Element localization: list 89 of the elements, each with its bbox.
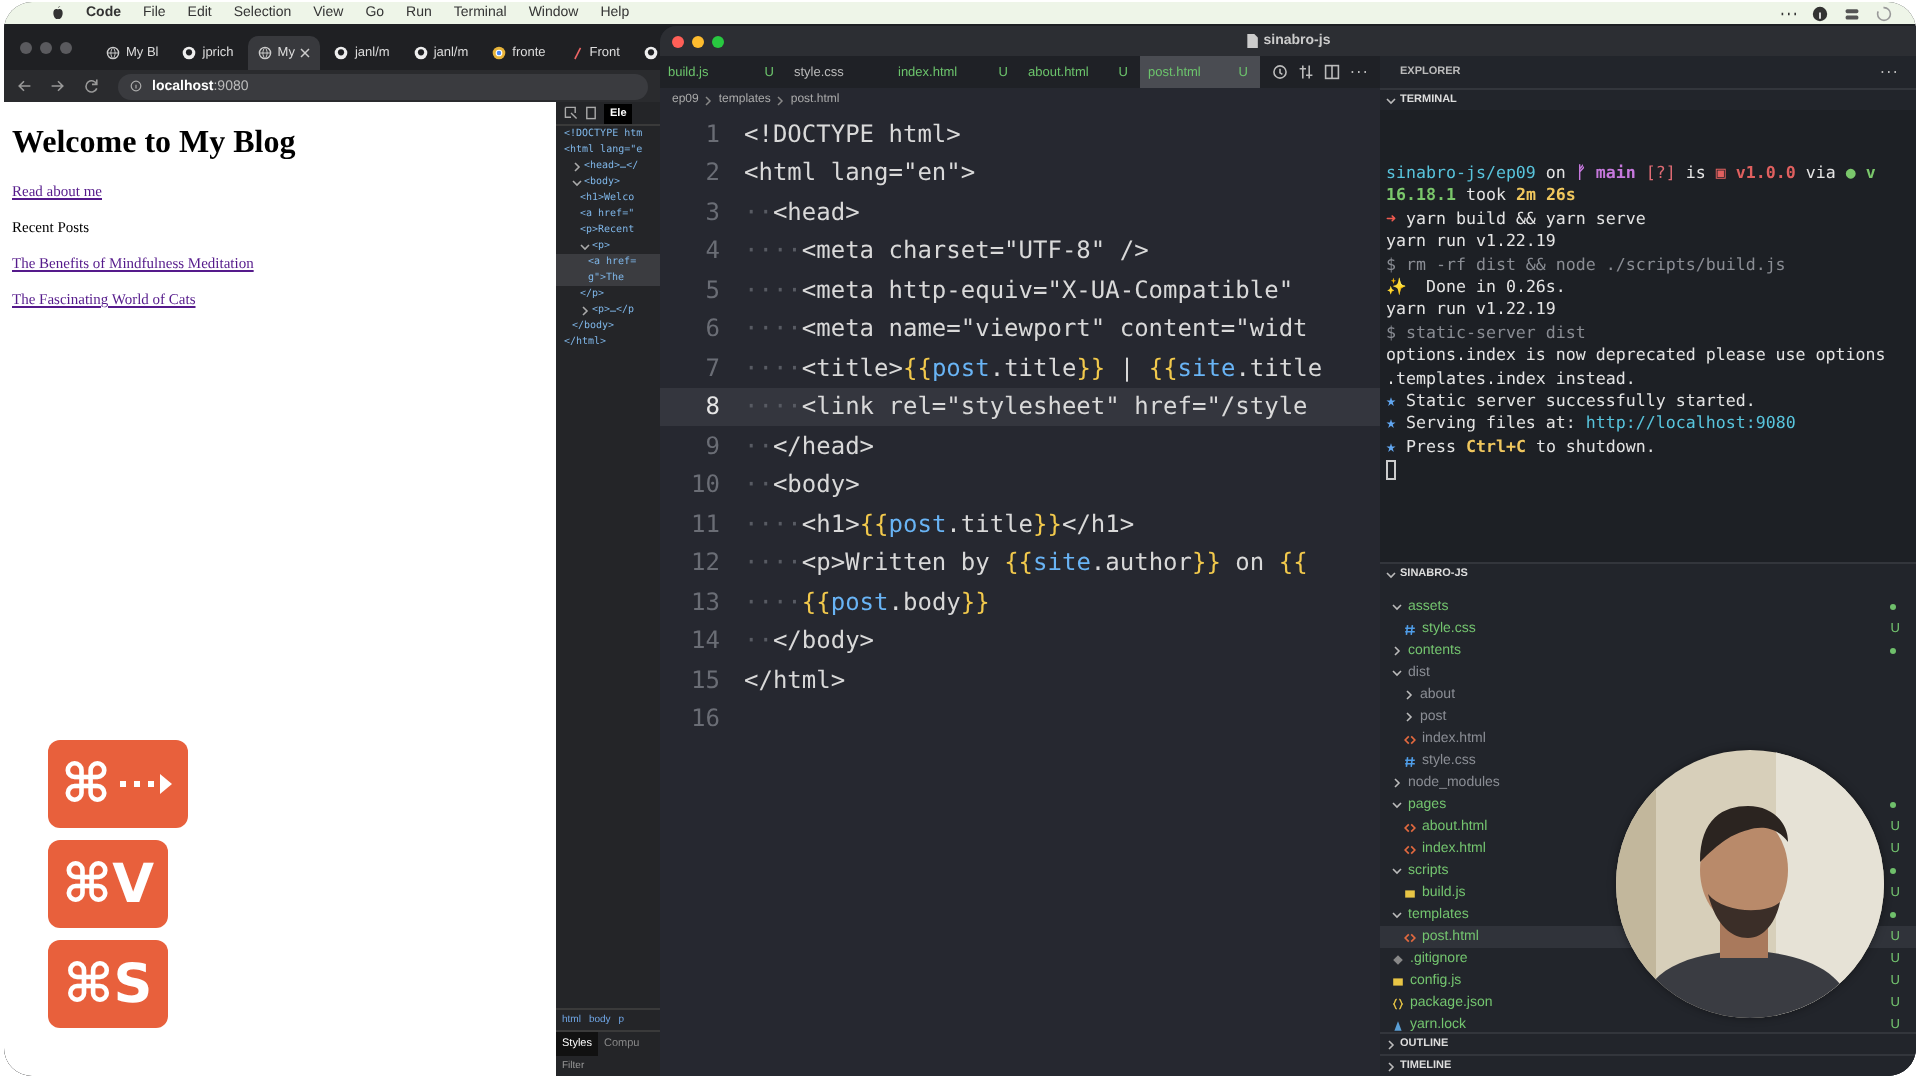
shortcut-key: ⌘ (48, 740, 188, 828)
code-brackets-icon (1404, 843, 1416, 855)
line-number: 11 (689, 509, 722, 538)
code-line: ····<meta http-equiv="X-UA-Compatible" (744, 275, 1294, 304)
line-number: 2 (703, 158, 722, 187)
hash-icon (1404, 755, 1416, 767)
document-icon (1245, 34, 1258, 48)
apple-menu-icon[interactable] (52, 6, 64, 20)
info-icon[interactable] (1812, 5, 1828, 21)
line-number: 15 (689, 665, 722, 694)
code-line: ····<meta name="viewport" content="widt (744, 314, 1308, 343)
line-number: 8 (703, 392, 722, 421)
split-editor-icon[interactable] (1324, 64, 1340, 80)
chevron-right-icon[interactable] (1404, 712, 1414, 722)
chevron-down-icon[interactable] (1392, 602, 1402, 612)
reload-icon[interactable] (84, 78, 100, 94)
forward-arrow-icon[interactable] (50, 78, 66, 94)
code-brackets-icon (1404, 931, 1416, 943)
history-icon[interactable] (1272, 64, 1288, 80)
chevron-right-icon (776, 95, 785, 105)
diamond-icon (1392, 953, 1404, 965)
chevron-right-icon[interactable] (1404, 690, 1414, 700)
line-number: 4 (703, 236, 722, 265)
device-icon[interactable] (584, 106, 598, 120)
inspect-icon[interactable] (564, 106, 578, 120)
js-file-icon (1404, 887, 1416, 899)
terminal-cursor (1386, 460, 1396, 481)
spinner-icon[interactable] (1876, 5, 1892, 21)
line-number: 1 (703, 119, 722, 148)
back-arrow-icon[interactable] (16, 78, 32, 94)
code-line: ··<body> (744, 470, 860, 499)
code-line: ····<h1>{{post.title}}</h1> (744, 509, 1135, 538)
chevron-right-icon (704, 95, 713, 105)
pen-icon (569, 46, 584, 60)
code-line: ··</body> (744, 626, 875, 655)
control-center-icon[interactable] (1844, 5, 1860, 21)
chevron-down-icon[interactable] (580, 241, 590, 251)
chevron-right-icon[interactable] (1392, 646, 1402, 656)
chevron-right-icon[interactable] (1386, 1039, 1396, 1049)
line-number: 7 (703, 353, 722, 382)
shortcut-key: ⌘S (48, 940, 168, 1028)
circle-logo-icon (492, 46, 507, 60)
line-number: 3 (703, 197, 722, 226)
globe-icon (257, 46, 272, 60)
page-heading: Welcome to My Blog (12, 126, 298, 162)
chevron-down-icon[interactable] (1392, 866, 1402, 876)
js-file-icon (1392, 975, 1404, 987)
code-brackets-icon (1404, 733, 1416, 745)
chevron-down-icon[interactable] (1386, 95, 1396, 105)
chevron-down-icon[interactable] (1392, 910, 1402, 920)
chevron-down-icon[interactable] (1386, 569, 1396, 579)
line-number: 6 (703, 314, 722, 343)
line-number: 14 (689, 626, 722, 655)
code-line: ··<head> (744, 197, 860, 226)
code-line: <!DOCTYPE html> (744, 119, 961, 148)
code-line: </html> (744, 665, 846, 694)
line-number: 16 (689, 704, 722, 733)
close-icon[interactable] (300, 48, 311, 58)
hash-icon (1404, 623, 1416, 635)
braces-icon (1392, 997, 1404, 1009)
chevron-down-icon[interactable] (1392, 668, 1402, 678)
line-number: 13 (689, 587, 722, 616)
code-line: ····<meta charset="UTF-8" /> (744, 236, 1149, 265)
chevron-right-icon[interactable] (572, 161, 582, 171)
code-line: ····<link rel="stylesheet" href="/style (744, 392, 1308, 421)
line-number: 10 (689, 470, 722, 499)
zoom-window-button[interactable] (712, 35, 724, 47)
minimize-window-button[interactable] (692, 35, 704, 47)
code-line: ··</head> (744, 431, 875, 460)
terminal-output: sinabro-js/ep09 on ᚠ main [?] is ▣ v1.0.0 via ● v 16.18.1 took 2m 26s ➜ yarn build && yarn serve yarn run v1.22.19 $ rm -rf dist && node ./scripts/build.js ✨ Done in 0.26s. yarn run v1.22.19 $ static-server dist options.index is now deprecated please use options .templates.index instead. ★ Static server successfully started. ★ Serving files at: http://localhost:9080 ★ Press Ctrl+C to shutdown. (1380, 110, 1916, 562)
info-icon[interactable] (130, 80, 142, 92)
chevron-down-icon[interactable] (1392, 800, 1402, 810)
chevron-right-icon[interactable] (1386, 1061, 1396, 1071)
code-line: <html lang="en"> (744, 158, 976, 187)
line-number: 12 (689, 548, 722, 577)
line-number: 5 (703, 275, 722, 304)
globe-icon (106, 46, 120, 60)
code-brackets-icon (1404, 821, 1416, 833)
chevron-right-icon[interactable] (1392, 778, 1402, 788)
line-number: 9 (703, 431, 722, 460)
code-line: ····{{post.body}} (744, 587, 990, 616)
chevron-right-icon[interactable] (580, 305, 590, 315)
dotted-arrow-icon (115, 770, 176, 798)
chevron-down-icon[interactable] (572, 177, 582, 187)
shortcut-key: ⌘V (48, 840, 168, 928)
compare-icon[interactable] (1298, 64, 1314, 80)
close-window-button[interactable] (672, 35, 684, 47)
code-line: ····<p>Written by {{site.author}} on {{ (744, 548, 1308, 577)
code-line: ····<title>{{post.title}} | {{site.title (744, 353, 1323, 382)
